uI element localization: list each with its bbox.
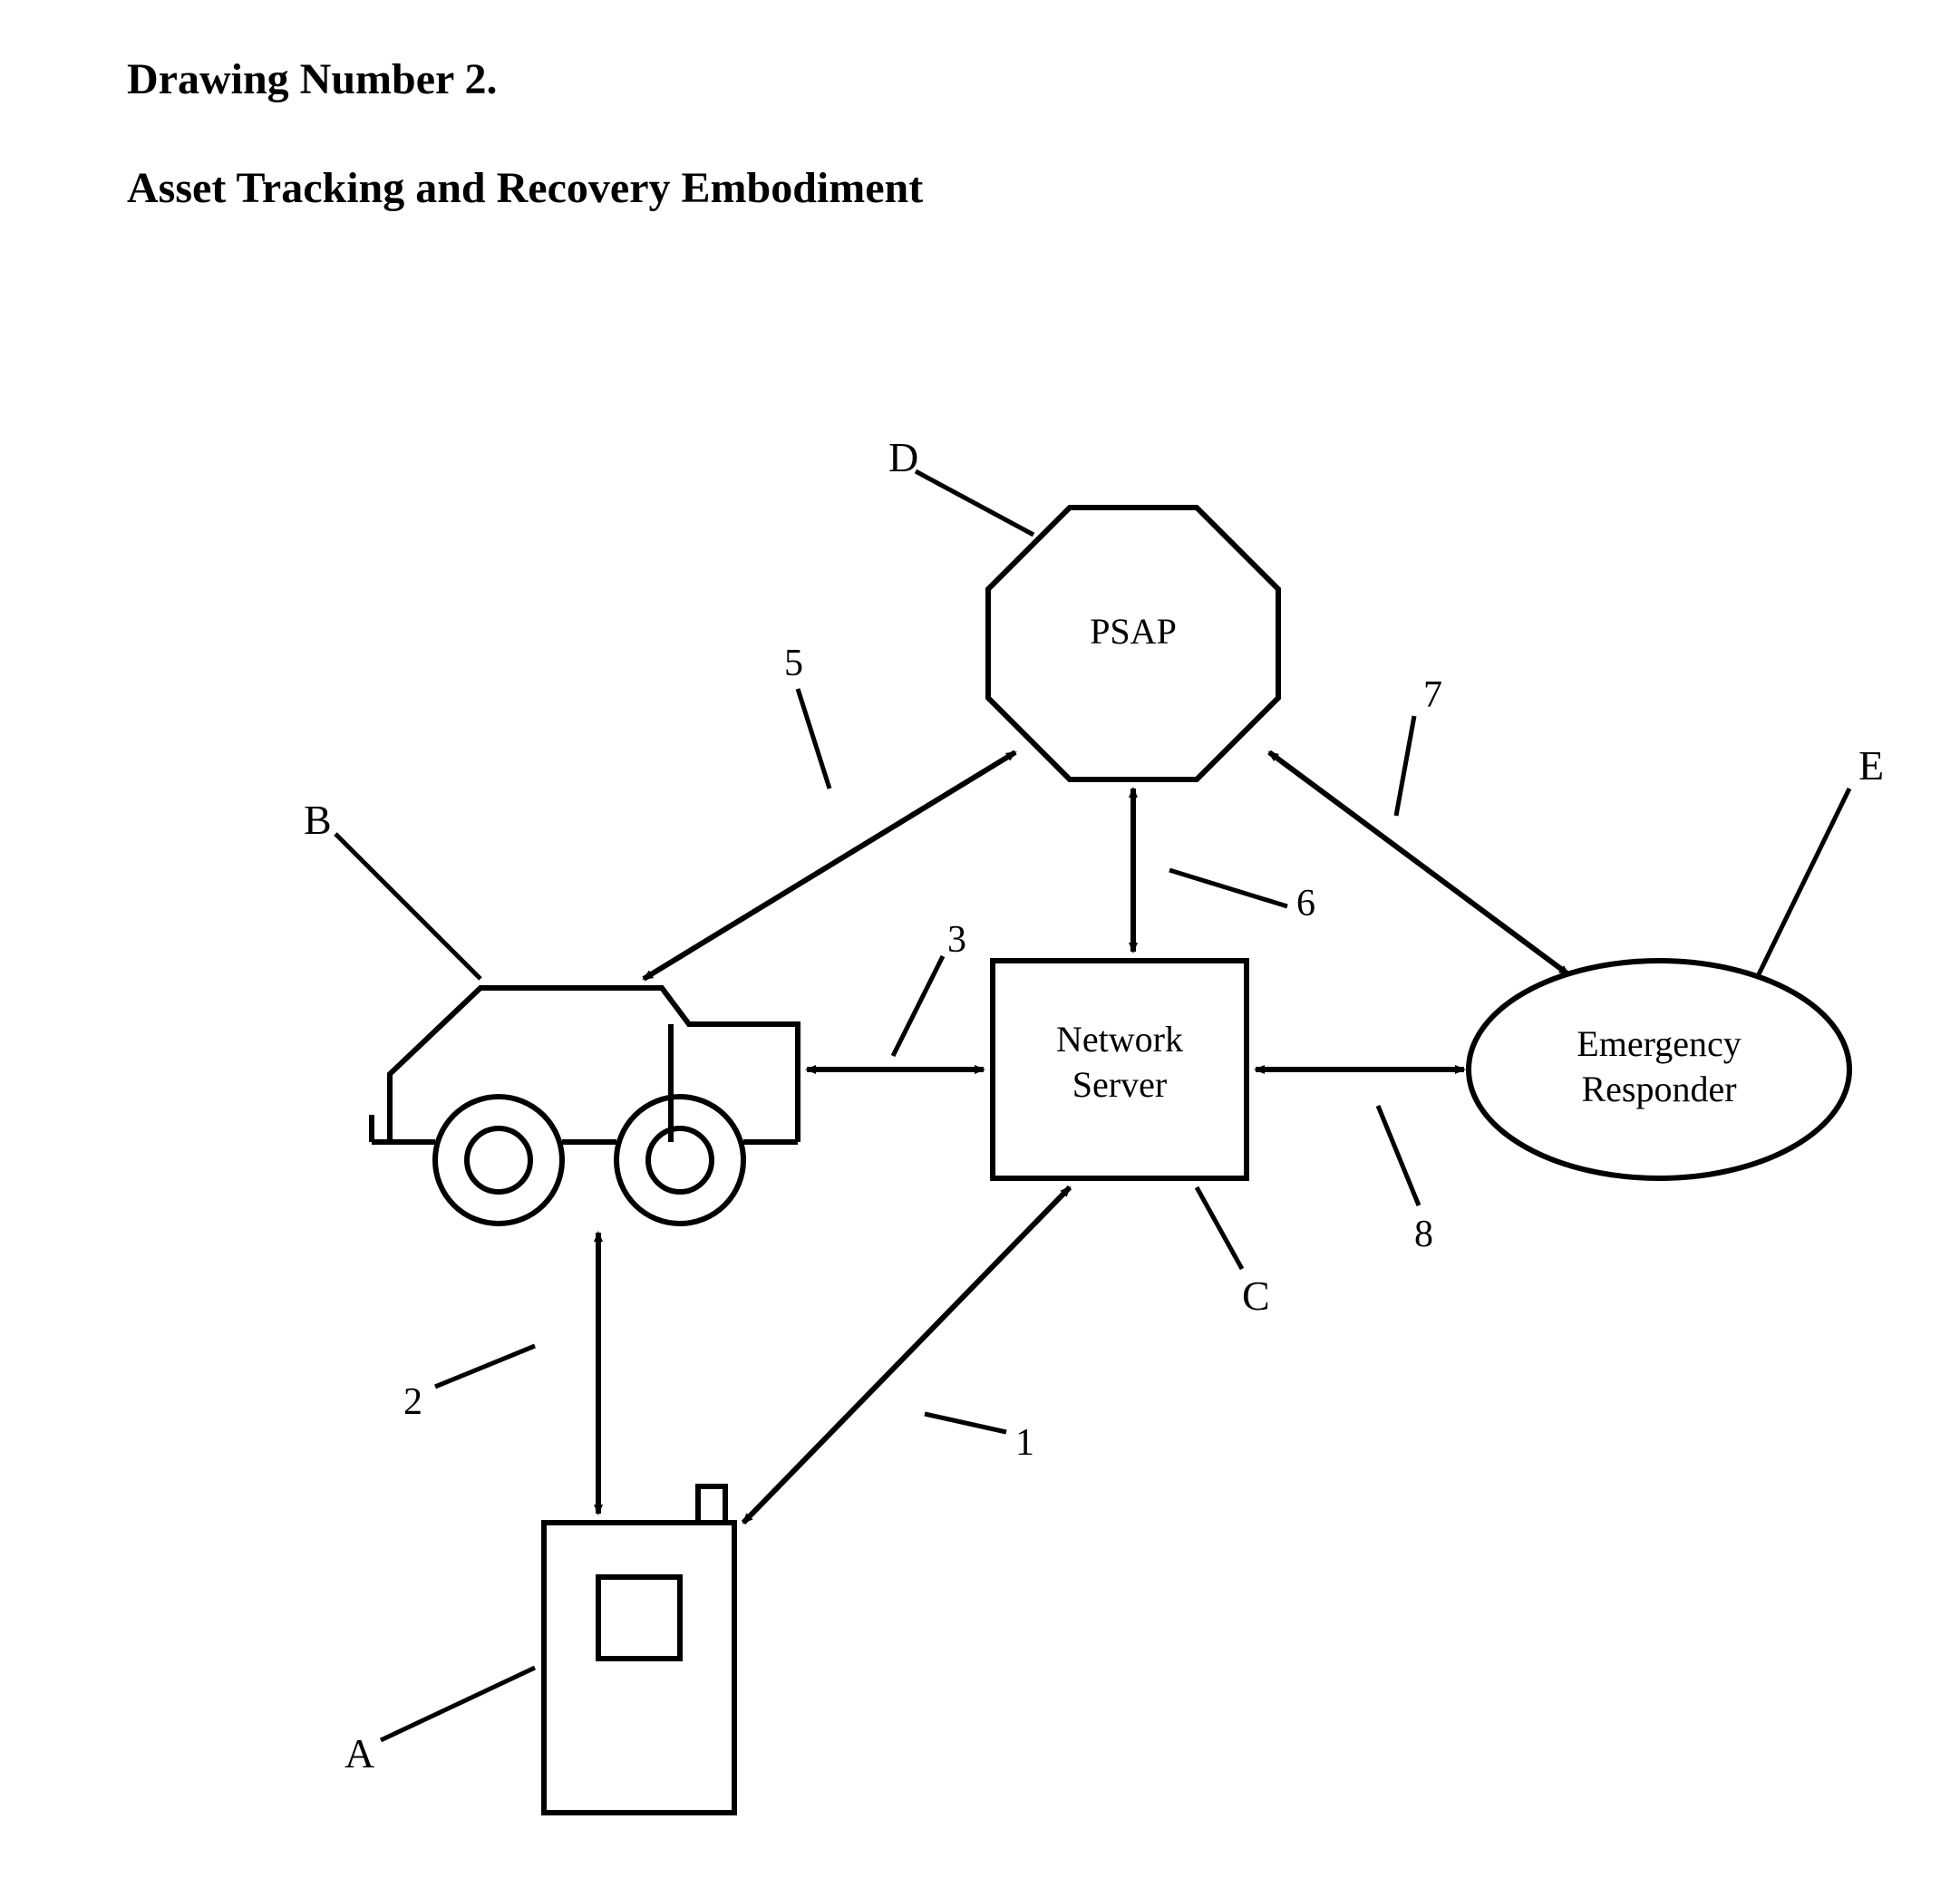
ref-2: 2	[403, 1381, 422, 1423]
ref-1: 1	[1015, 1422, 1034, 1464]
connection-handheld-server	[743, 1187, 1070, 1523]
ref-7: 7	[1423, 674, 1442, 716]
ref-3: 3	[947, 919, 966, 961]
emergency-responder-node: Emergency Responder	[1469, 961, 1849, 1178]
leader-7	[1396, 716, 1414, 816]
network-server-label-line2: Server	[1072, 1064, 1167, 1105]
handheld-device-icon	[544, 1486, 734, 1813]
leader-5	[798, 689, 830, 789]
leader-A	[381, 1668, 535, 1740]
emergency-label-line1: Emergency	[1577, 1023, 1741, 1064]
diagram-page: Drawing Number 2. Asset Tracking and Rec…	[0, 0, 1960, 1897]
leader-6	[1169, 870, 1287, 906]
ref-B: B	[304, 797, 332, 843]
leader-3	[893, 956, 943, 1056]
ref-C: C	[1242, 1273, 1270, 1319]
leader-8	[1378, 1106, 1419, 1205]
ref-E: E	[1858, 742, 1884, 789]
leader-B	[335, 834, 480, 979]
ref-A: A	[344, 1730, 374, 1776]
leader-1	[925, 1414, 1006, 1432]
leader-2	[435, 1346, 535, 1387]
vehicle-icon	[372, 988, 798, 1224]
ref-8: 8	[1414, 1214, 1433, 1255]
leader-D	[916, 471, 1033, 535]
psap-label: PSAP	[1090, 611, 1177, 652]
network-server-node: Network Server	[993, 961, 1247, 1178]
leader-C	[1197, 1187, 1242, 1269]
ref-6: 6	[1296, 883, 1315, 924]
leader-E	[1759, 789, 1849, 974]
emergency-label-line2: Responder	[1581, 1069, 1736, 1109]
network-server-label-line1: Network	[1056, 1019, 1183, 1060]
ref-D: D	[888, 434, 918, 480]
ref-5: 5	[784, 643, 803, 684]
psap-node: PSAP	[988, 508, 1278, 779]
connection-psap-responder	[1269, 752, 1568, 974]
diagram-svg: PSAP Network Server Emergency Responder	[0, 0, 1960, 1897]
